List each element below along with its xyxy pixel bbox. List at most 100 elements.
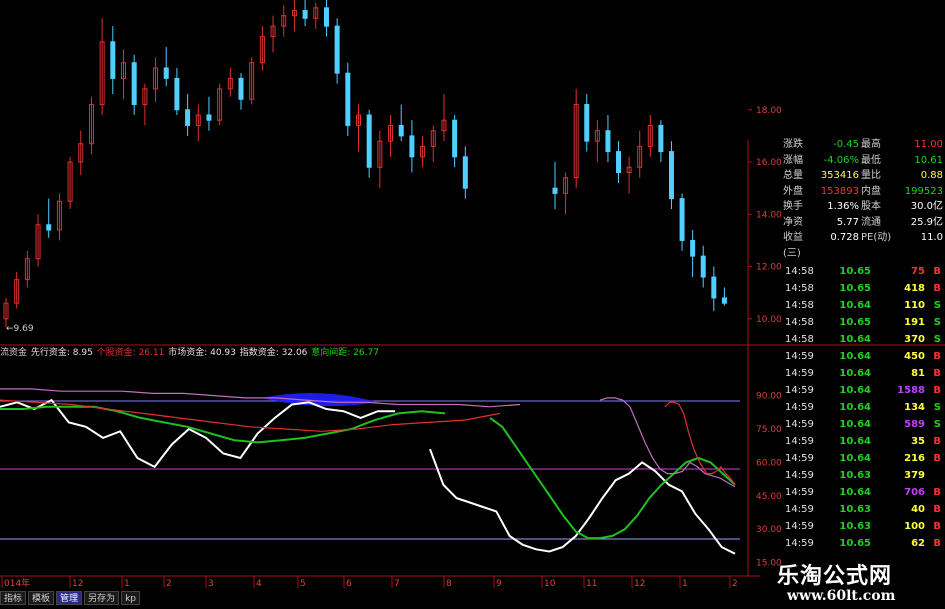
candle-down [679, 198, 685, 241]
tick-price: 10.64 [839, 334, 871, 345]
tick-row[interactable]: 14:58 10.65 75 B [785, 263, 943, 280]
indicator-tick-label: 45.00 [756, 492, 782, 502]
quote-value: 1.36% [827, 201, 859, 212]
tick-row[interactable]: 14:59 10.64 450 B [785, 348, 943, 365]
candle-down [185, 109, 191, 126]
indicator-axis: 90.0075.0060.0045.0030.0015.00 [756, 392, 782, 569]
date-tick-label: 6 [346, 579, 352, 589]
tick-list[interactable]: 14:58 10.65 75 B 14:58 10.65 418 B 14:58 10.64 110… [785, 263, 943, 552]
date-tick-label: 2 [166, 579, 172, 589]
indicator-line [0, 398, 395, 469]
price-tick-label: 16.00 [756, 158, 782, 168]
quote-row: 总量 353416 量比 0.88 [783, 168, 943, 184]
indicator-line [599, 397, 736, 488]
tick-price: 10.64 [839, 419, 871, 430]
tick-volume: 450 [904, 351, 925, 362]
tick-side: B [933, 436, 941, 447]
quote-label: 总量 [783, 170, 803, 181]
date-tick-label: 2 [732, 579, 738, 589]
date-tick-label: 7 [394, 579, 400, 589]
candle-down [46, 224, 52, 231]
quote-label: 最低 [861, 154, 881, 166]
tick-side: B [933, 385, 941, 396]
watermark-logo: 乐淘公式网 www.60lt.com [757, 552, 945, 609]
tick-side: B [933, 504, 941, 515]
tick-volume: 62 [911, 538, 925, 549]
tick-volume: 1588 [897, 385, 925, 396]
indicator-legend-item: 意向间距: 26.77 [311, 348, 379, 358]
tick-side: B [933, 283, 941, 294]
candle-down [398, 124, 404, 137]
tick-row[interactable]: 14:58 10.64 110 S [785, 297, 943, 314]
tick-volume: 40 [911, 504, 925, 515]
tick-row[interactable]: 14:59 10.65 62 B [785, 535, 943, 552]
tick-row[interactable]: 14:59 10.64 35 B [785, 433, 943, 450]
candle-down [690, 239, 696, 257]
tick-price: 10.64 [839, 351, 871, 362]
quote-value: 25.9亿 [910, 216, 943, 228]
tick-row[interactable]: 14:58 10.64 370 S [785, 331, 943, 348]
toolbar-button[interactable]: 另存为 [84, 591, 120, 605]
tick-side: B [933, 266, 941, 277]
tick-time: 14:59 [785, 385, 814, 396]
tick-time: 14:59 [785, 351, 814, 362]
toolbar-button[interactable]: 管理 [56, 591, 83, 605]
indicator-line [429, 448, 736, 555]
tick-time: 14:59 [785, 402, 814, 413]
tick-volume: 110 [904, 300, 925, 311]
quote-label: 换手 [783, 201, 803, 212]
tick-time: 14:59 [785, 487, 814, 498]
tick-price: 10.65 [839, 266, 871, 277]
price-axis: 18.00 16.00 14.00 12.00 10.00 ←9.69 [6, 106, 782, 334]
quote-value: 0.728 [830, 232, 859, 243]
tick-row[interactable]: 14:58 10.65 418 B [785, 280, 943, 297]
tick-time: 14:58 [785, 266, 814, 277]
candle-down [700, 255, 706, 278]
tick-side: S [933, 300, 941, 311]
quote-value: 353416 [820, 170, 859, 181]
tick-row[interactable]: 14:59 10.64 589 S [785, 416, 943, 433]
tick-time: 14:59 [785, 453, 814, 464]
candle-down [711, 276, 717, 299]
tick-side: S [933, 317, 941, 328]
date-tick-label: 12 [634, 579, 645, 589]
tick-price: 10.64 [839, 453, 871, 464]
tick-side: S [933, 402, 941, 413]
date-tick-label: 5 [300, 579, 306, 589]
tick-row[interactable]: 14:59 10.64 134 S [785, 399, 943, 416]
quote-label: 涨跌 [783, 139, 803, 150]
tick-row[interactable]: 14:59 10.63 100 B [785, 518, 943, 535]
watermark-title: 乐淘公式网 [777, 563, 893, 589]
toolbar-button[interactable]: kp [121, 591, 140, 605]
tick-volume: 216 [904, 453, 925, 464]
price-tick-label: 12.00 [756, 263, 782, 273]
candle-down [409, 135, 415, 158]
tick-row[interactable]: 14:59 10.64 81 B [785, 365, 943, 382]
tick-row[interactable]: 14:59 10.64 706 B [785, 484, 943, 501]
tick-row[interactable]: 14:59 10.63 379 [785, 467, 943, 484]
candle-down [552, 187, 558, 194]
quote-value: 5.77 [836, 216, 859, 228]
price-tick-label: 14.00 [756, 210, 782, 220]
indicator-line [0, 388, 521, 408]
candle-down [131, 62, 137, 106]
tick-row[interactable]: 14:58 10.65 191 S [785, 314, 943, 331]
tick-time: 14:59 [785, 419, 814, 430]
tick-side: S [933, 419, 941, 430]
tick-volume: 100 [904, 521, 925, 532]
quote-row: 收益(三) 0.728 PE(动) 11.0 [783, 230, 943, 259]
date-tick-label: 12 [72, 579, 83, 589]
tick-row[interactable]: 14:59 10.63 40 B [785, 501, 943, 518]
quote-value: 199523 [904, 185, 943, 197]
quote-panel: 涨跌 -0.45 最高 11.00 涨幅 -4.06% 最低 10.61 总量 353416 量比 0… [783, 137, 943, 259]
quote-label: 收益(三) [783, 232, 803, 259]
indicator-legend: 流资金 先行资金: 8.95 个股资金: 26.11 市场资金: 40.93 指… [0, 346, 748, 360]
tick-row[interactable]: 14:59 10.64 216 B [785, 450, 943, 467]
quote-value: 10.61 [914, 154, 943, 166]
tick-row[interactable]: 14:59 10.64 1588 B [785, 382, 943, 399]
tick-price: 10.65 [839, 317, 871, 328]
toolbar-button[interactable]: 模板 [28, 591, 55, 605]
date-tick-label: 10 [544, 579, 556, 589]
toolbar-button[interactable]: 指标 [0, 591, 27, 605]
quote-label: PE(动) [861, 232, 892, 243]
